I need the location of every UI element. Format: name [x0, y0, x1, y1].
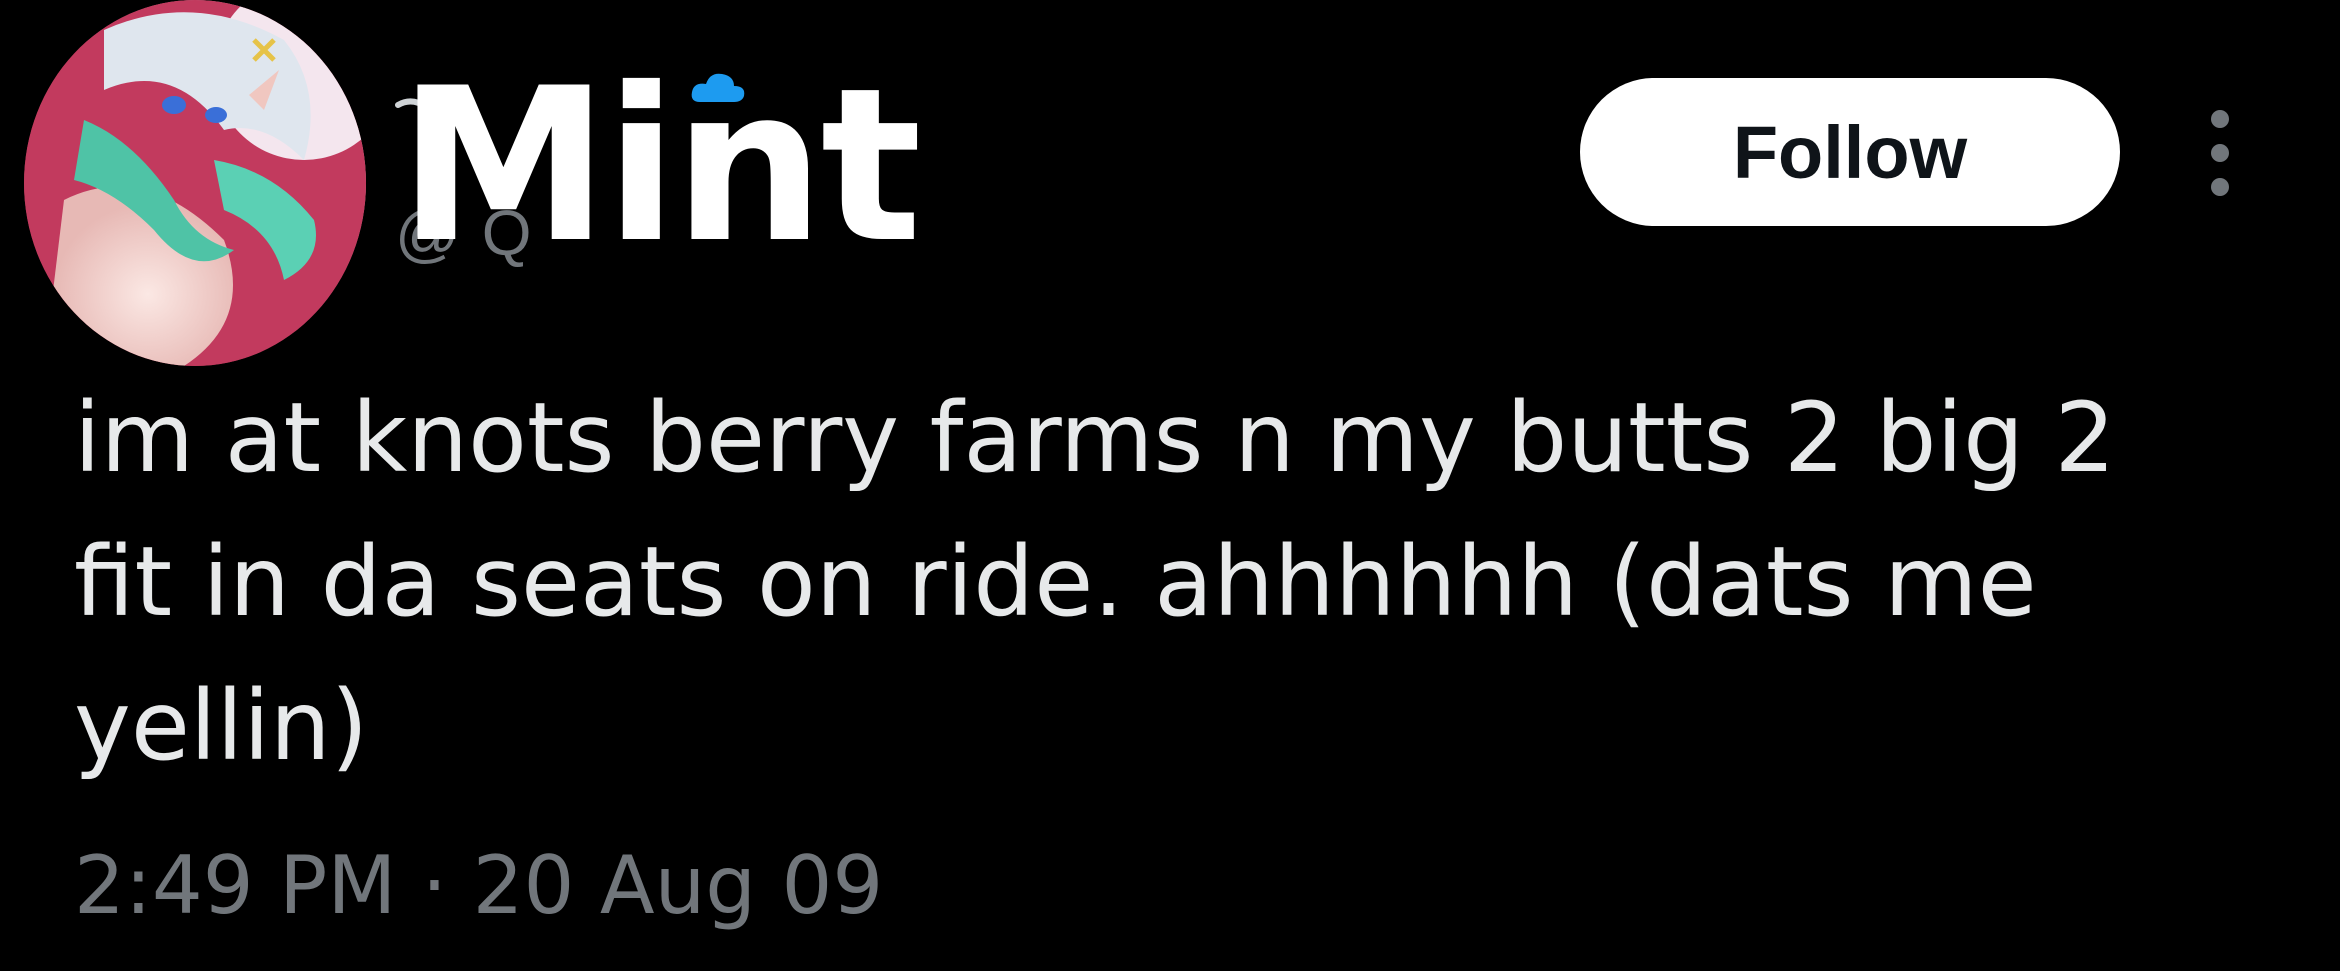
- tweet-date-link[interactable]: 20 Aug 09: [473, 839, 884, 932]
- tweet-timestamp: 2:49 PM · 20 Aug 09: [74, 836, 883, 936]
- more-dot: [2211, 178, 2229, 196]
- avatar-illustration: [24, 0, 366, 366]
- tweet-time-link[interactable]: 2:49 PM: [74, 839, 396, 932]
- tweet-text: im at knots berry farms n my butts 2 big…: [74, 382, 2116, 782]
- tweet-card: @ Q Mint Follow im at knots berry farms …: [0, 0, 2340, 971]
- more-dot: [2211, 144, 2229, 162]
- timestamp-separator: ·: [396, 839, 473, 932]
- display-name-overlay: Mint: [398, 42, 922, 289]
- more-dot: [2211, 110, 2229, 128]
- follow-button[interactable]: Follow: [1580, 78, 2120, 226]
- avatar[interactable]: [24, 0, 366, 366]
- more-vertical-icon[interactable]: [2200, 110, 2240, 196]
